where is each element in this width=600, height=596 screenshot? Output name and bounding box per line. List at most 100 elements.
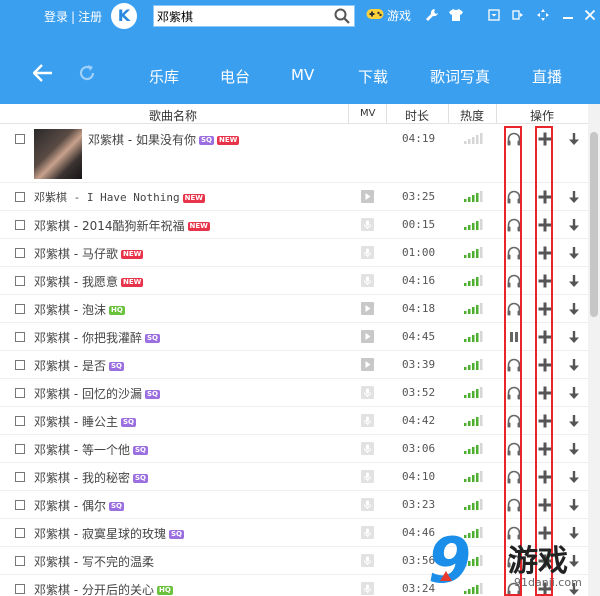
nav-item-library[interactable]: 乐库 [149,66,179,87]
row-checkbox[interactable] [15,472,25,482]
download-icon[interactable] [566,441,582,457]
karaoke-icon[interactable] [361,246,374,259]
song-title[interactable]: 邓紫棋 - 如果没有你 SQ NEW [88,131,240,148]
close-icon[interactable] [584,9,596,21]
row-checkbox[interactable] [15,500,25,510]
song-title[interactable]: 邓紫棋 - 回忆的沙漏 SQ [34,385,160,402]
song-title[interactable]: 邓紫棋 - 2014酷狗新年祝福 NEW [34,217,210,234]
album-thumbnail[interactable] [34,129,82,179]
karaoke-icon[interactable] [361,414,374,427]
refresh-icon[interactable] [77,63,97,86]
table-row[interactable]: 邓紫棋 - I Have Nothing NEW 03:25 [0,183,588,211]
row-checkbox[interactable] [15,248,25,258]
karaoke-icon[interactable] [361,582,374,595]
table-row[interactable]: 邓紫棋 - 我愿意 NEW 04:16 [0,267,588,295]
mv-play-icon[interactable] [361,302,374,315]
row-checkbox[interactable] [15,444,25,454]
download-icon[interactable] [566,189,582,205]
row-checkbox[interactable] [15,556,25,566]
row-checkbox[interactable] [15,332,25,342]
header-mv[interactable]: MV [360,108,375,119]
table-row[interactable]: 邓紫棋 - 泡沫 HQ 04:18 [0,295,588,323]
row-checkbox[interactable] [15,528,25,538]
mv-play-icon[interactable] [361,330,374,343]
song-title[interactable]: 邓紫棋 - 写不完的温柔 [34,553,154,570]
nav-item-lyrics-photo[interactable]: 歌词写真 [430,66,490,87]
row-checkbox[interactable] [15,134,25,144]
karaoke-icon[interactable] [361,274,374,287]
row-checkbox[interactable] [15,192,25,202]
karaoke-icon[interactable] [361,442,374,455]
song-title[interactable]: 邓紫棋 - 你把我灌醉 SQ [34,329,160,346]
row-checkbox[interactable] [15,220,25,230]
song-title[interactable]: 邓紫棋 - 睡公主 SQ [34,413,136,430]
row-checkbox[interactable] [15,388,25,398]
table-row[interactable]: 邓紫棋 - 回忆的沙漏 SQ 03:52 [0,379,588,407]
song-title[interactable]: 邓紫棋 - 马仔歌 NEW [34,245,144,262]
mv-play-icon[interactable] [361,358,374,371]
download-icon[interactable] [566,273,582,289]
search-input[interactable] [154,6,324,26]
song-title[interactable]: 邓紫棋 - 泡沫 HQ [34,301,125,318]
table-row[interactable]: 邓紫棋 - 睡公主 SQ 04:42 [0,407,588,435]
song-title[interactable]: 邓紫棋 - I Have Nothing NEW [34,189,205,205]
minimize-icon[interactable] [562,9,574,21]
nav-item-download[interactable]: 下载 [358,66,388,87]
mini-mode-icon[interactable] [512,9,524,21]
table-row[interactable]: 邓紫棋 - 等一个他 SQ 03:06 [0,435,588,463]
nav-item-mv[interactable]: MV [291,66,314,84]
download-icon[interactable] [566,385,582,401]
header-heat[interactable]: 热度 [460,107,484,124]
download-icon[interactable] [566,357,582,373]
download-icon[interactable] [566,245,582,261]
game-button[interactable]: 游戏 [366,7,411,24]
scrollbar-thumb[interactable] [590,132,598,317]
download-icon[interactable] [566,469,582,485]
download-icon[interactable] [566,329,582,345]
karaoke-icon[interactable] [361,386,374,399]
row-checkbox[interactable] [15,416,25,426]
karaoke-icon[interactable] [361,498,374,511]
karaoke-icon[interactable] [361,554,374,567]
song-title[interactable]: 邓紫棋 - 等一个他 SQ [34,441,148,458]
row-checkbox[interactable] [15,360,25,370]
table-row[interactable]: 邓紫棋 - 2014酷狗新年祝福 NEW 00:15 [0,211,588,239]
karaoke-icon[interactable] [361,526,374,539]
header-song-name[interactable]: 歌曲名称 [149,107,197,124]
mv-play-icon[interactable] [361,190,374,203]
download-icon[interactable] [566,301,582,317]
register-link[interactable]: 注册 [78,10,102,24]
table-row[interactable]: 邓紫棋 - 你把我灌醉 SQ 04:45 [0,323,588,351]
download-icon[interactable] [566,217,582,233]
table-row[interactable]: 邓紫棋 - 是否 SQ 03:39 [0,351,588,379]
nav-item-live[interactable]: 直播 [532,66,562,87]
karaoke-icon[interactable] [361,218,374,231]
download-icon[interactable] [566,131,582,147]
song-title[interactable]: 邓紫棋 - 偶尔 SQ [34,497,124,514]
karaoke-icon[interactable] [361,470,374,483]
row-checkbox[interactable] [15,304,25,314]
menu-icon[interactable] [488,9,500,21]
table-row[interactable]: 邓紫棋 - 偶尔 SQ 03:23 [0,491,588,519]
song-title[interactable]: 邓紫棋 - 寂寞星球的玫瑰 SQ [34,525,184,542]
wrench-icon[interactable] [424,7,440,23]
download-icon[interactable] [566,413,582,429]
song-title[interactable]: 邓紫棋 - 我的秘密 SQ [34,469,148,486]
login-link[interactable]: 登录 [44,10,68,24]
kugou-logo[interactable]: K [111,3,137,29]
song-title[interactable]: 邓紫棋 - 是否 SQ [34,357,124,374]
song-title[interactable]: 邓紫棋 - 我愿意 NEW [34,273,144,290]
table-row[interactable]: 邓紫棋 - 马仔歌 NEW 01:00 [0,239,588,267]
skin-icon[interactable] [448,7,464,23]
header-duration[interactable]: 时长 [405,107,429,124]
table-row[interactable]: 邓紫棋 - 我的秘密 SQ 04:10 [0,463,588,491]
table-row[interactable]: 邓紫棋 - 如果没有你 SQ NEW 04:19 [0,126,588,183]
nav-item-radio[interactable]: 电台 [220,66,250,87]
row-checkbox[interactable] [15,276,25,286]
full-screen-icon[interactable] [537,9,549,21]
song-title[interactable]: 邓紫棋 - 分开后的关心 HQ [34,581,173,596]
back-arrow-icon[interactable] [32,64,53,85]
search-icon[interactable] [334,8,350,27]
scrollbar[interactable] [588,104,600,596]
row-checkbox[interactable] [15,584,25,594]
